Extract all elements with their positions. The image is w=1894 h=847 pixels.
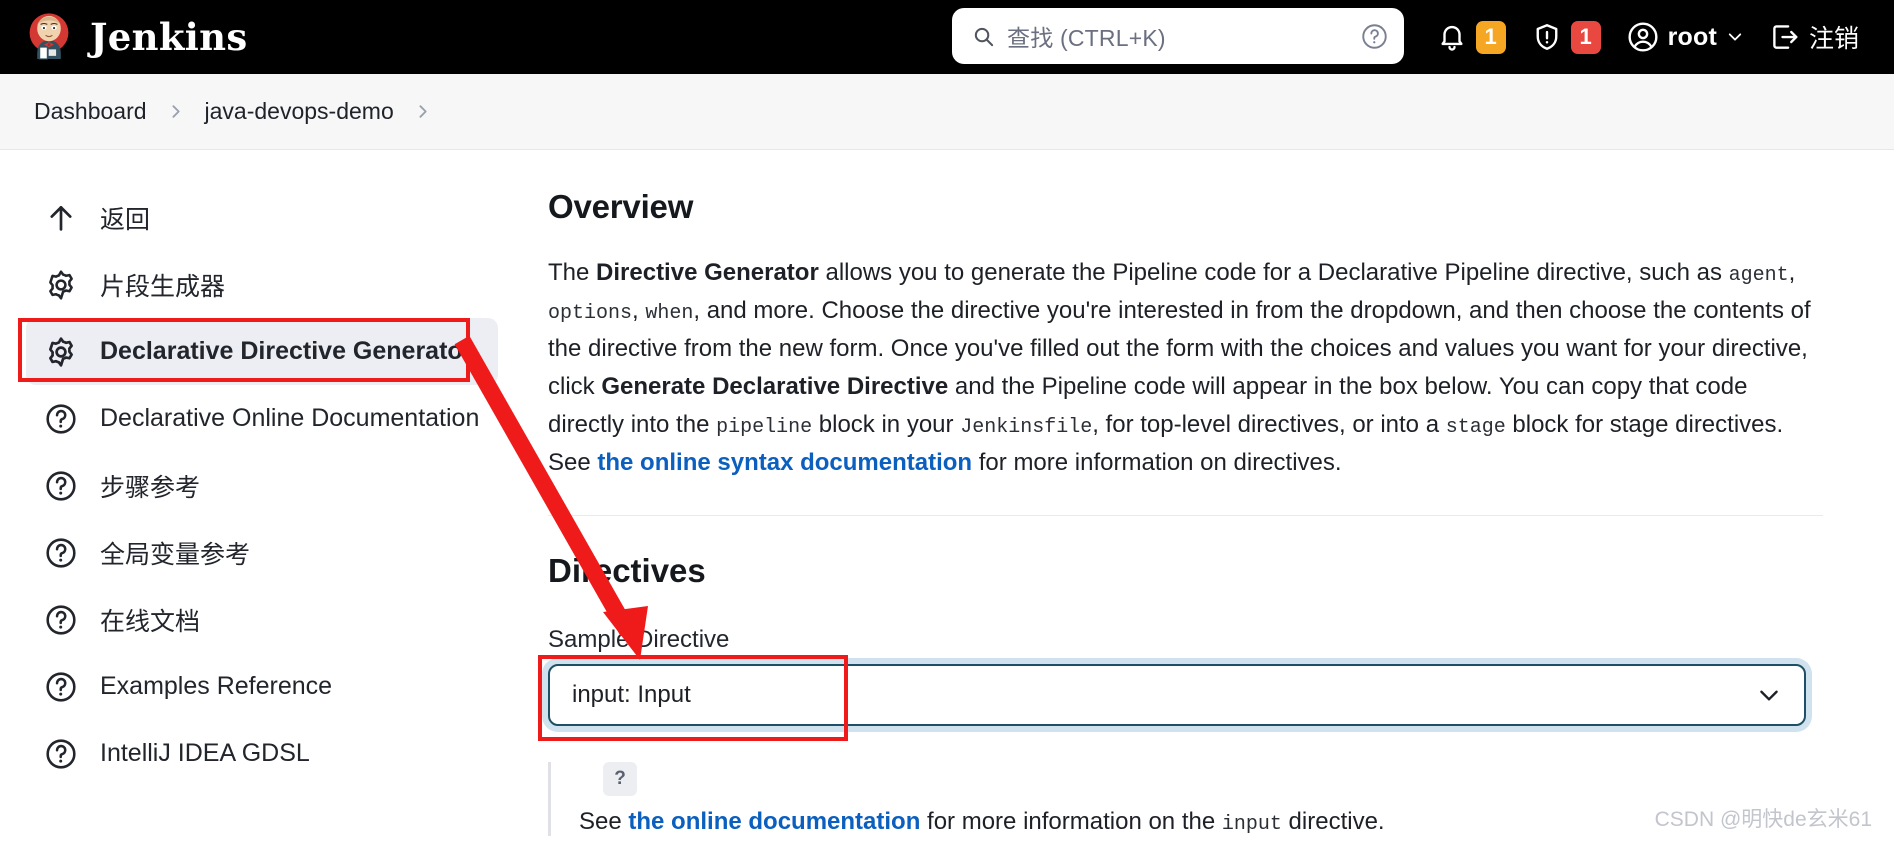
breadcrumb-item-dashboard[interactable]: Dashboard <box>26 92 155 131</box>
chevron-right-icon <box>159 103 193 120</box>
ov-b1: Directive Generator <box>596 259 819 286</box>
sidebar-item-label: 全局变量参考 <box>100 540 251 569</box>
ov-t10: for more information on directives. <box>972 448 1342 476</box>
global-search-box[interactable]: 查找 (CTRL+K) <box>952 8 1404 64</box>
bell-icon <box>1441 25 1463 51</box>
sidebar-item-steps-reference[interactable]: 步骤参考 <box>26 452 498 519</box>
sample-directive-selected-value: input: Input <box>572 681 691 709</box>
top-navigation-bar: Jenkins 查找 (CTRL+K) 1 1 root 注销 <box>0 0 1894 74</box>
help-circle-icon <box>46 604 76 635</box>
sidebar: 返回 片段生成器 Declarative Directive Generator <box>0 150 522 846</box>
brand-title: Jenkins <box>90 15 248 59</box>
sidebar-item-label: 步骤参考 <box>100 473 201 502</box>
help-t1: See <box>579 808 629 836</box>
ov-b2: Generate Declarative Directive <box>601 372 949 400</box>
notifications-badge: 1 <box>1475 20 1506 54</box>
help-circle-icon <box>46 403 76 434</box>
top-bar-actions: 1 1 root 注销 <box>1424 0 1872 74</box>
logout-button[interactable]: 注销 <box>1757 13 1872 61</box>
sidebar-item-declarative-online-documentation[interactable]: Declarative Online Documentation <box>26 385 498 452</box>
overview-paragraph: The Directive Generator allows you to ge… <box>548 254 1823 481</box>
search-icon <box>974 27 994 46</box>
online-syntax-documentation-link[interactable]: the online syntax documentation <box>597 449 972 476</box>
logout-icon <box>1773 25 1798 49</box>
ov-code-agent: agent <box>1728 264 1789 287</box>
user-menu-button[interactable]: root <box>1614 15 1757 59</box>
breadcrumb-item-project[interactable]: java-devops-demo <box>197 92 402 131</box>
breadcrumb: Dashboard java-devops-demo <box>0 74 1894 150</box>
watermark: CSDN @明快de玄米61 <box>1654 808 1872 831</box>
help-circle-icon[interactable] <box>1361 23 1388 50</box>
page-body: 返回 片段生成器 Declarative Directive Generator <box>0 150 1894 846</box>
ov-code-pipeline: pipeline <box>716 415 813 439</box>
online-documentation-link[interactable]: the online documentation <box>628 808 920 835</box>
page-title: Overview <box>548 188 694 225</box>
jenkins-butler-logo <box>29 13 69 60</box>
help-circle-icon <box>46 671 76 702</box>
section-divider <box>548 515 1823 517</box>
ov-t4: , <box>632 296 646 324</box>
logout-label: 注销 <box>1808 25 1859 53</box>
sidebar-item-declarative-directive-generator[interactable]: Declarative Directive Generator <box>26 318 498 385</box>
help-t3: directive. <box>1281 808 1385 836</box>
directive-help-block: ? See the online documentation for more … <box>548 762 1806 837</box>
gear-icon <box>49 336 73 367</box>
sidebar-item-label: 片段生成器 <box>100 272 226 301</box>
chevron-down-icon[interactable] <box>1756 682 1782 708</box>
security-badge: 1 <box>1570 20 1601 54</box>
chevron-right-icon-2 <box>406 103 440 120</box>
jenkins-brand-link[interactable]: Jenkins <box>22 10 247 64</box>
ov-code-when: when <box>645 301 694 325</box>
help-accent-bar <box>548 762 551 837</box>
sample-directive-select[interactable]: input: Input <box>548 664 1806 727</box>
search-input[interactable]: 查找 (CTRL+K) <box>1007 19 1349 53</box>
sidebar-item-label: 在线文档 <box>100 607 201 636</box>
arrow-up-icon <box>50 205 72 231</box>
directives-heading: Directives <box>548 552 706 590</box>
help-t2: for more information on the <box>920 808 1222 836</box>
shield-exclamation-icon <box>1536 24 1558 50</box>
sidebar-item-intellij-idea-gdsl[interactable]: IntelliJ IDEA GDSL <box>26 720 498 787</box>
help-circle-icon <box>46 738 76 769</box>
sidebar-item-label: Declarative Online Documentation <box>100 404 480 432</box>
ov-t8: , for top-level directives, or into a <box>1092 410 1446 438</box>
user-name-label: root <box>1667 22 1717 51</box>
sidebar-item-label: Declarative Directive Generator <box>100 337 473 365</box>
ov-code-jenkinsfile: Jenkinsfile <box>960 415 1093 439</box>
ov-t7: block in your <box>812 410 961 438</box>
sidebar-item-online-documentation[interactable]: 在线文档 <box>26 586 498 653</box>
sidebar-item-snippet-generator[interactable]: 片段生成器 <box>26 251 498 318</box>
user-circle-icon <box>1628 22 1658 52</box>
ov-code-options: options <box>548 301 633 325</box>
ov-code-stage: stage <box>1445 415 1506 439</box>
chevron-down-icon <box>1728 33 1742 41</box>
help-circle-icon <box>46 470 76 501</box>
sidebar-item-back[interactable]: 返回 <box>26 184 498 251</box>
sidebar-item-label: 返回 <box>100 205 151 234</box>
main-content: Overview The Directive Generator allows … <box>522 150 1894 846</box>
security-warnings-button[interactable]: 1 <box>1519 15 1614 60</box>
help-circle-icon <box>46 537 76 568</box>
sample-directive-label: Sample Directive <box>548 626 730 654</box>
ov-t1: The <box>548 259 597 286</box>
help-code-input: input <box>1221 813 1282 837</box>
app-root: Jenkins 查找 (CTRL+K) 1 1 root 注销 Dashboar… <box>0 0 1894 847</box>
notifications-button[interactable]: 1 <box>1424 15 1519 60</box>
help-text: See the online documentation for more in… <box>579 808 1806 836</box>
ov-t3: , <box>1788 259 1796 286</box>
help-badge-icon: ? <box>603 762 637 797</box>
sidebar-item-global-variable-reference[interactable]: 全局变量参考 <box>26 519 498 586</box>
sidebar-item-label: Examples Reference <box>100 672 333 700</box>
gear-icon <box>49 269 73 300</box>
sidebar-item-label: IntelliJ IDEA GDSL <box>100 739 310 767</box>
sidebar-item-examples-reference[interactable]: Examples Reference <box>26 653 498 720</box>
ov-t2: allows you to generate the Pipeline code… <box>818 259 1729 286</box>
